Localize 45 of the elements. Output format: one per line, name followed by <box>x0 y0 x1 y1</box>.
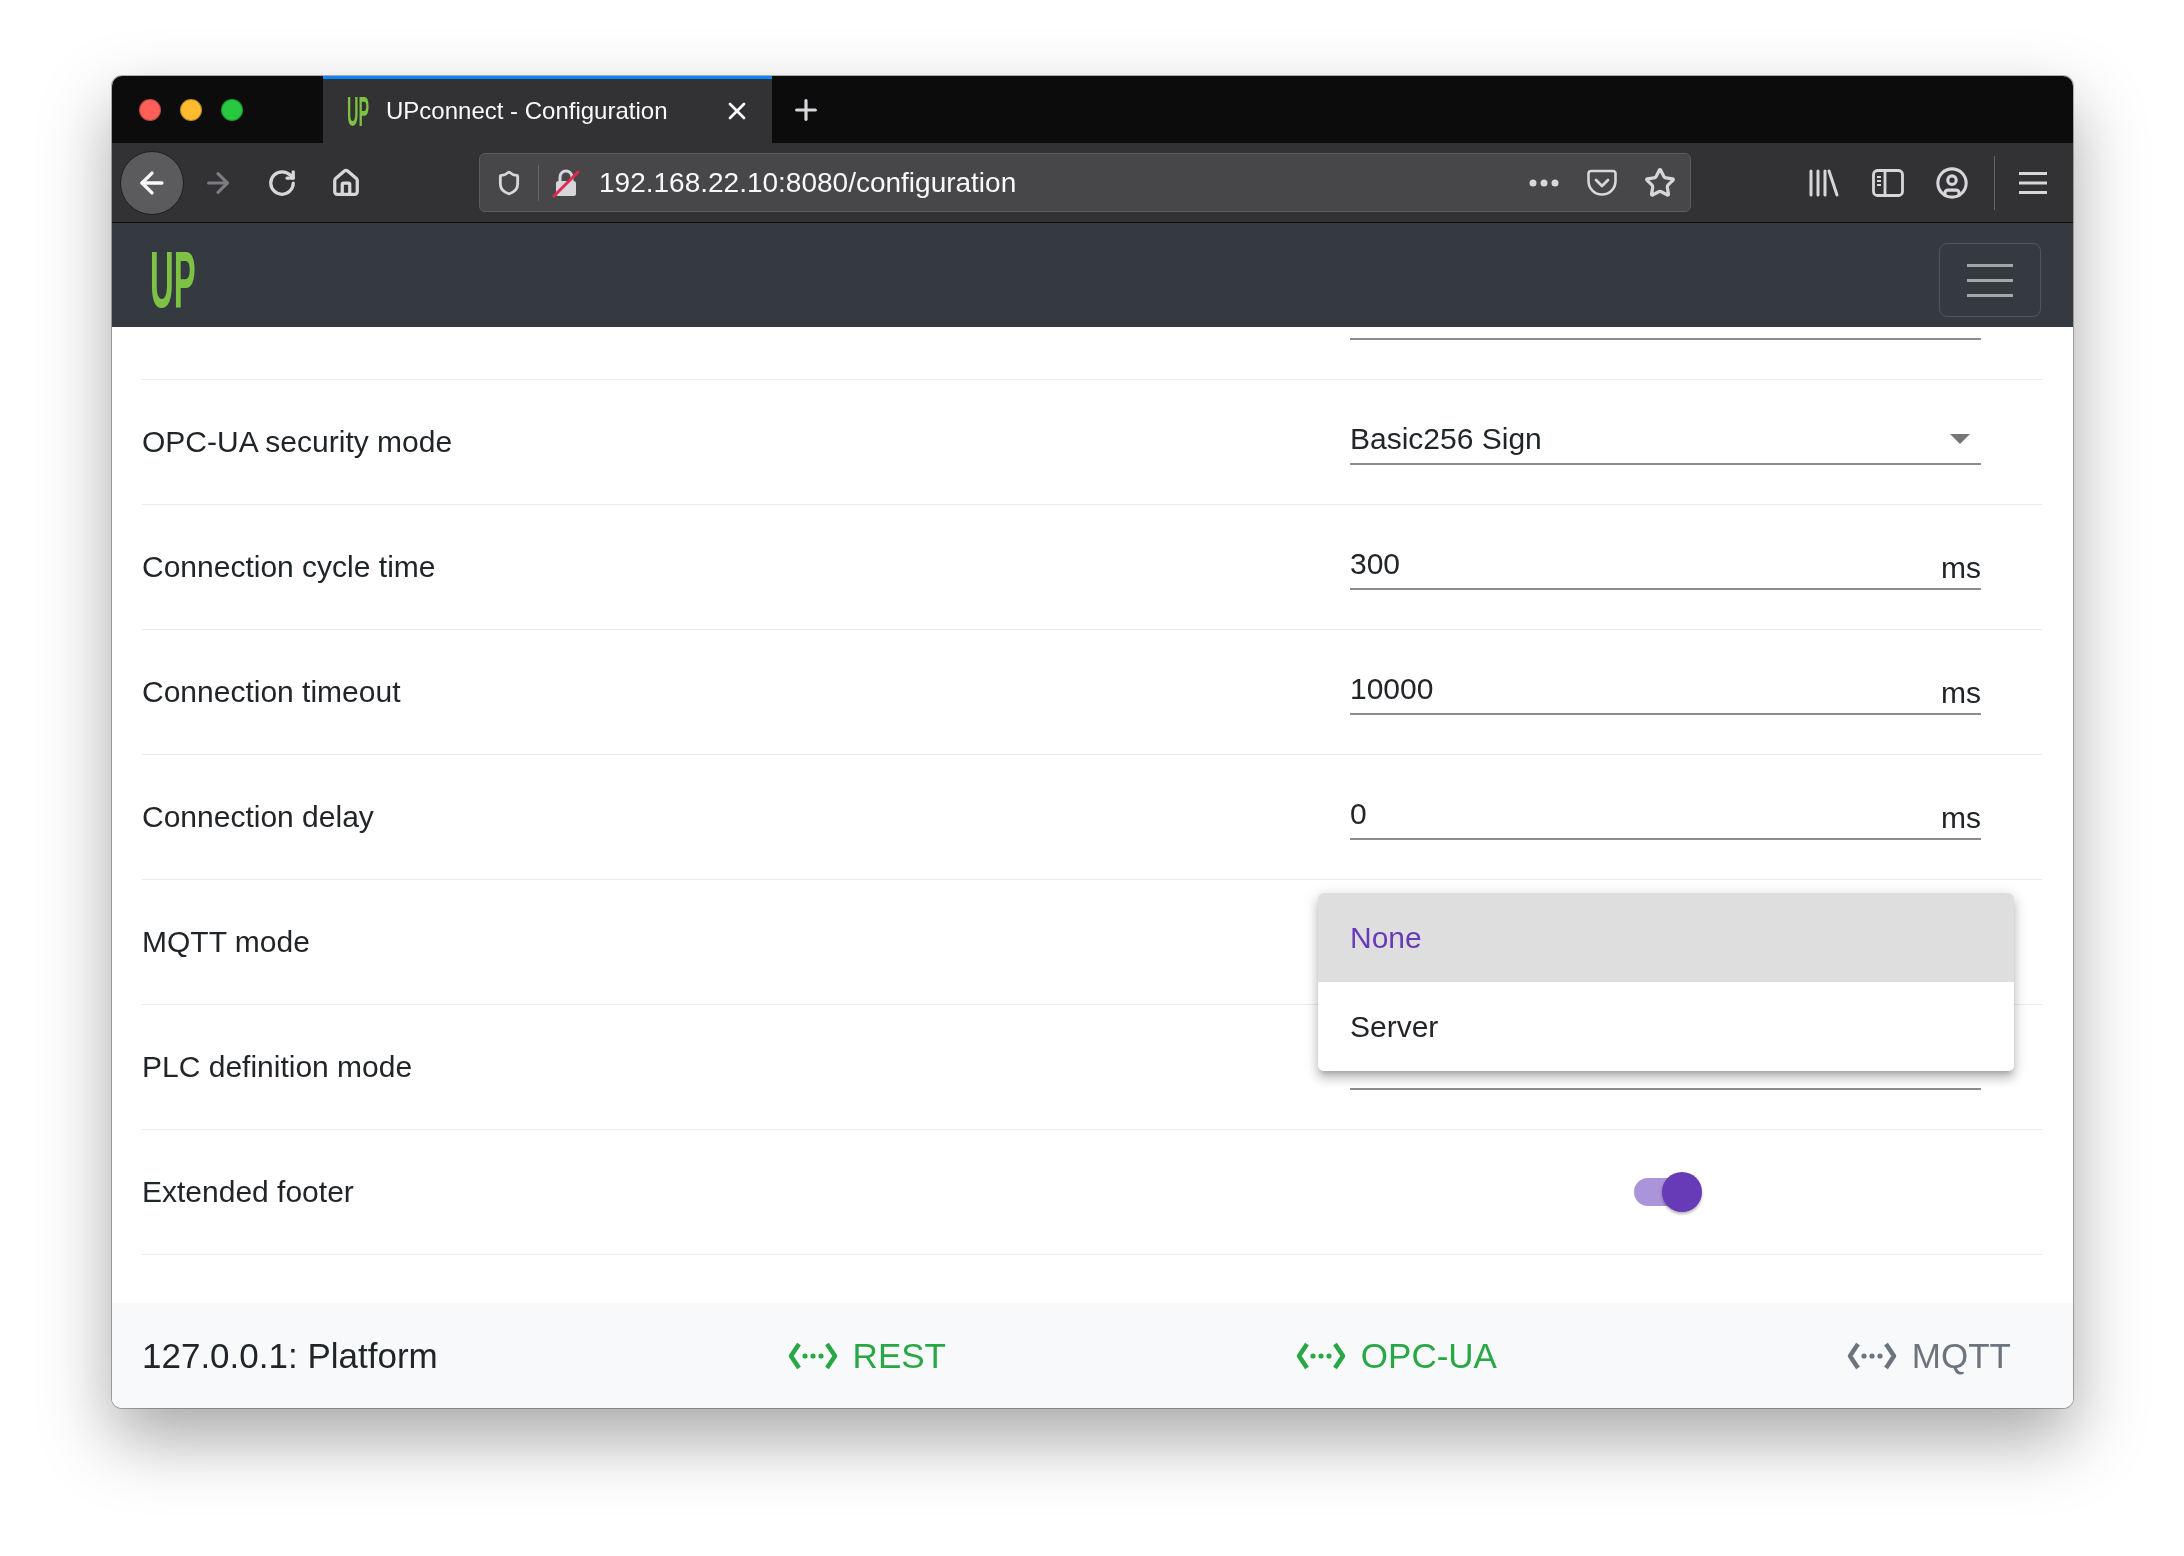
unit-label: ms <box>1941 800 1981 836</box>
favicon-logo: UP <box>347 94 370 128</box>
menu-button[interactable] <box>1939 243 2041 317</box>
window-close-icon[interactable] <box>139 98 161 121</box>
window-zoom-icon[interactable] <box>221 98 243 121</box>
caret-down-icon <box>1950 434 1970 444</box>
more-icon[interactable] <box>1529 178 1559 187</box>
menu-icon <box>1967 263 2013 297</box>
unit-label: ms <box>1941 675 1981 711</box>
address-bar[interactable]: 192.168.22.10:8080/configuration <box>479 153 1691 212</box>
account-icon[interactable] <box>1935 165 1969 200</box>
menu-option[interactable]: Server <box>1318 982 2014 1071</box>
window-minimize-icon[interactable] <box>180 98 202 121</box>
dotted-arrows-icon <box>1845 1340 1898 1371</box>
home-icon[interactable] <box>331 167 361 198</box>
logo: UP <box>150 250 196 310</box>
number-field[interactable]: 300 ms <box>1350 542 1981 590</box>
shield-icon[interactable] <box>496 169 522 196</box>
connection-label: MQTT <box>1911 1335 2011 1376</box>
library-icon[interactable] <box>1808 167 1840 198</box>
setting-label: OPC-UA security mode <box>142 425 453 459</box>
reload-icon[interactable] <box>267 167 297 198</box>
star-icon[interactable] <box>1644 166 1676 199</box>
setting-label: Connection timeout <box>142 675 401 709</box>
number-field[interactable]: 10000 ms <box>1350 667 1981 715</box>
unit-label: ms <box>1941 550 1981 586</box>
setting-label: Connection cycle time <box>142 550 436 584</box>
host-label: 127.0.0.1: Platform <box>142 1335 438 1376</box>
menu-icon[interactable] <box>2019 171 2047 194</box>
number-field[interactable]: 0 ms <box>1350 792 1981 840</box>
setting-label: PLC definition mode <box>142 1050 413 1084</box>
sidebar-icon[interactable] <box>1872 168 1904 197</box>
menu-option[interactable]: None <box>1318 893 2014 982</box>
setting-label: MQTT mode <box>142 925 310 959</box>
connection-label: OPC-UA <box>1360 1335 1497 1376</box>
browser-tab[interactable]: UP UPconnect - Configuration <box>323 76 772 143</box>
dotted-arrows-icon <box>786 1340 839 1371</box>
connection-label: REST <box>852 1335 946 1376</box>
dotted-arrows-icon <box>1294 1340 1347 1371</box>
select-field[interactable]: Basic256 Sign <box>1350 417 1981 465</box>
lock-slash-icon[interactable] <box>552 167 580 198</box>
url-text: 192.168.22.10:8080/configuration <box>599 166 1018 199</box>
pouch-icon[interactable] <box>1587 167 1617 198</box>
setting-label: Connection delay <box>142 800 374 834</box>
setting-label: Extended footer <box>142 1175 354 1209</box>
